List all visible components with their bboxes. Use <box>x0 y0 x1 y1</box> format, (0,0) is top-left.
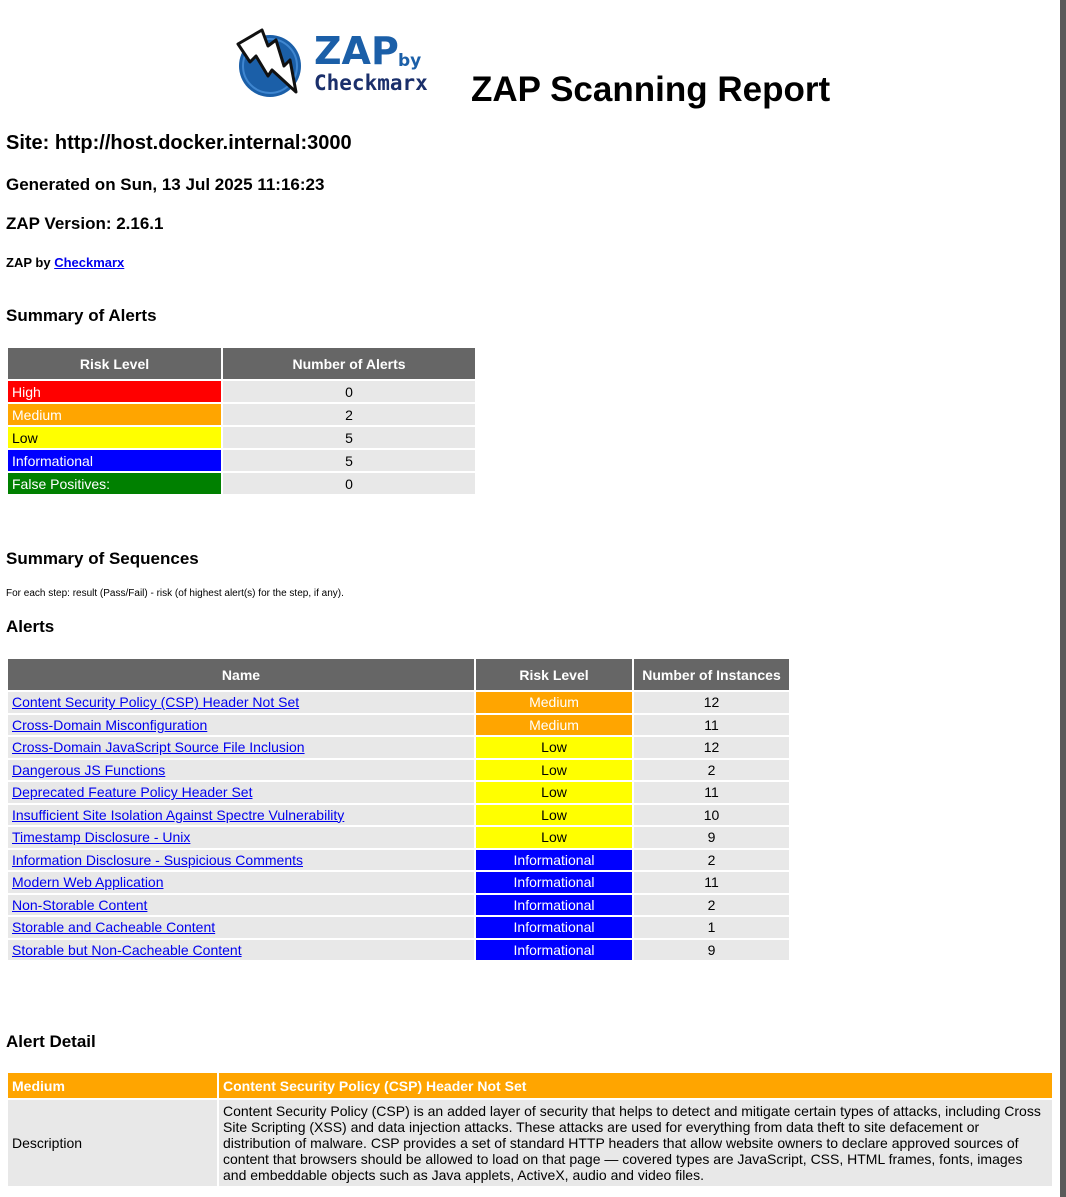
table-row: False Positives: 0 <box>8 473 475 494</box>
table-header-row: Risk Level Number of Alerts <box>8 348 475 379</box>
alert-risk-cell: Informational <box>476 894 632 915</box>
alert-count-cell: 0 <box>223 473 475 494</box>
alert-count-cell: 5 <box>223 450 475 471</box>
column-header-risk-level: Risk Level <box>476 659 632 690</box>
alert-link[interactable]: Timestamp Disclosure - Unix <box>12 829 190 845</box>
table-row: Description Content Security Policy (CSP… <box>8 1100 1052 1186</box>
alerts-heading: Alerts <box>6 617 55 636</box>
column-header-risk-level: Risk Level <box>8 348 221 379</box>
alert-instances-cell: 2 <box>634 759 789 780</box>
logo-checkmarx-text: Checkmarx <box>314 71 428 95</box>
alert-risk-cell: Low <box>476 827 632 848</box>
alert-instances-cell: 9 <box>634 939 789 960</box>
alert-detail-title: Content Security Policy (CSP) Header Not… <box>219 1073 1052 1098</box>
logo-zap-text: ZAP <box>314 29 399 73</box>
table-row: Cross-Domain JavaScript Source File Incl… <box>8 737 789 758</box>
table-row: High 0 <box>8 381 475 402</box>
column-header-number-of-alerts: Number of Alerts <box>223 348 475 379</box>
alert-instances-cell: 11 <box>634 872 789 893</box>
table-row: Modern Web Application Informational 11 <box>8 872 789 893</box>
sequences-note: For each step: result (Pass/Fail) - risk… <box>6 588 344 599</box>
alert-risk-cell: Low <box>476 804 632 825</box>
table-row: Deprecated Feature Policy Header Set Low… <box>8 782 789 803</box>
alert-count-cell: 2 <box>223 404 475 425</box>
alert-risk-cell: Informational <box>476 917 632 938</box>
table-row: Dangerous JS Functions Low 2 <box>8 759 789 780</box>
table-row: Cross-Domain Misconfiguration Medium 11 <box>8 714 789 735</box>
alert-link[interactable]: Information Disclosure - Suspicious Comm… <box>12 852 303 868</box>
zap-by-prefix: ZAP by <box>6 255 51 270</box>
alert-instances-cell: 12 <box>634 737 789 758</box>
alert-instances-cell: 2 <box>634 894 789 915</box>
alert-link[interactable]: Cross-Domain Misconfiguration <box>12 717 207 733</box>
alert-detail-risk: Medium <box>8 1073 217 1098</box>
table-row: Storable but Non-Cacheable Content Infor… <box>8 939 789 960</box>
alert-link[interactable]: Deprecated Feature Policy Header Set <box>12 784 252 800</box>
table-row: Low 5 <box>8 427 475 448</box>
report-title: ZAP Scanning Report <box>471 70 831 109</box>
column-header-number-of-instances: Number of Instances <box>634 659 789 690</box>
zap-lightning-logo-icon <box>236 28 301 97</box>
summary-of-sequences-heading: Summary of Sequences <box>6 549 199 568</box>
logo-by-text: by <box>398 51 422 71</box>
description-text: Content Security Policy (CSP) is an adde… <box>219 1100 1052 1186</box>
alert-instances-cell: 1 <box>634 917 789 938</box>
table-row: Timestamp Disclosure - Unix Low 9 <box>8 827 789 848</box>
table-row: Information Disclosure - Suspicious Comm… <box>8 849 789 870</box>
alert-risk-cell: Informational <box>476 849 632 870</box>
alert-link[interactable]: Modern Web Application <box>12 874 164 890</box>
alert-count-cell: 5 <box>223 427 475 448</box>
alert-instances-cell: 11 <box>634 714 789 735</box>
alert-instances-cell: 2 <box>634 849 789 870</box>
alert-instances-cell: 9 <box>634 827 789 848</box>
alert-detail-heading: Alert Detail <box>6 1032 96 1051</box>
alert-detail-table: Medium Content Security Policy (CSP) Hea… <box>6 1071 1054 1188</box>
description-label: Description <box>8 1100 217 1186</box>
alerts-table: Name Risk Level Number of Instances Cont… <box>6 657 791 962</box>
alert-risk-cell: Medium <box>476 714 632 735</box>
report-header: ZAP by Checkmarx ZAP Scanning Report <box>226 22 866 112</box>
table-row: Informational 5 <box>8 450 475 471</box>
summary-of-alerts-heading: Summary of Alerts <box>6 306 157 325</box>
alert-risk-cell: Informational <box>476 872 632 893</box>
alert-link[interactable]: Dangerous JS Functions <box>12 762 165 778</box>
generated-heading: Generated on Sun, 13 Jul 2025 11:16:23 <box>6 175 325 194</box>
column-header-name: Name <box>8 659 474 690</box>
risk-level-cell: High <box>8 381 221 402</box>
alert-risk-cell: Low <box>476 782 632 803</box>
zap-by-line: ZAP by Checkmarx <box>6 255 124 270</box>
report-page: ZAP by Checkmarx ZAP Scanning Report Sit… <box>0 0 1060 1197</box>
alert-link[interactable]: Non-Storable Content <box>12 897 147 913</box>
risk-level-cell: Medium <box>8 404 221 425</box>
risk-level-cell: Low <box>8 427 221 448</box>
alert-risk-cell: Informational <box>476 939 632 960</box>
alert-link[interactable]: Content Security Policy (CSP) Header Not… <box>12 694 299 710</box>
alert-link[interactable]: Cross-Domain JavaScript Source File Incl… <box>12 739 305 755</box>
alert-risk-cell: Low <box>476 737 632 758</box>
alert-instances-cell: 12 <box>634 692 789 713</box>
alert-instances-cell: 10 <box>634 804 789 825</box>
version-heading: ZAP Version: 2.16.1 <box>6 214 164 233</box>
table-row: Non-Storable Content Informational 2 <box>8 894 789 915</box>
alert-link[interactable]: Storable and Cacheable Content <box>12 919 215 935</box>
checkmarx-link[interactable]: Checkmarx <box>54 255 124 270</box>
table-row: Medium 2 <box>8 404 475 425</box>
alert-link[interactable]: Storable but Non-Cacheable Content <box>12 942 242 958</box>
window-scrollbar[interactable] <box>1060 0 1066 1197</box>
table-row: Insufficient Site Isolation Against Spec… <box>8 804 789 825</box>
alert-instances-cell: 11 <box>634 782 789 803</box>
alert-risk-cell: Low <box>476 759 632 780</box>
risk-level-cell: False Positives: <box>8 473 221 494</box>
summary-of-alerts-table: Risk Level Number of Alerts High 0 Mediu… <box>6 346 477 496</box>
table-row: Storable and Cacheable Content Informati… <box>8 917 789 938</box>
risk-level-cell: Informational <box>8 450 221 471</box>
alert-risk-cell: Medium <box>476 692 632 713</box>
table-row: Content Security Policy (CSP) Header Not… <box>8 692 789 713</box>
alert-detail-header-row: Medium Content Security Policy (CSP) Hea… <box>8 1073 1052 1098</box>
table-header-row: Name Risk Level Number of Instances <box>8 659 789 690</box>
alert-count-cell: 0 <box>223 381 475 402</box>
site-heading: Site: http://host.docker.internal:3000 <box>6 132 352 154</box>
alert-link[interactable]: Insufficient Site Isolation Against Spec… <box>12 807 344 823</box>
